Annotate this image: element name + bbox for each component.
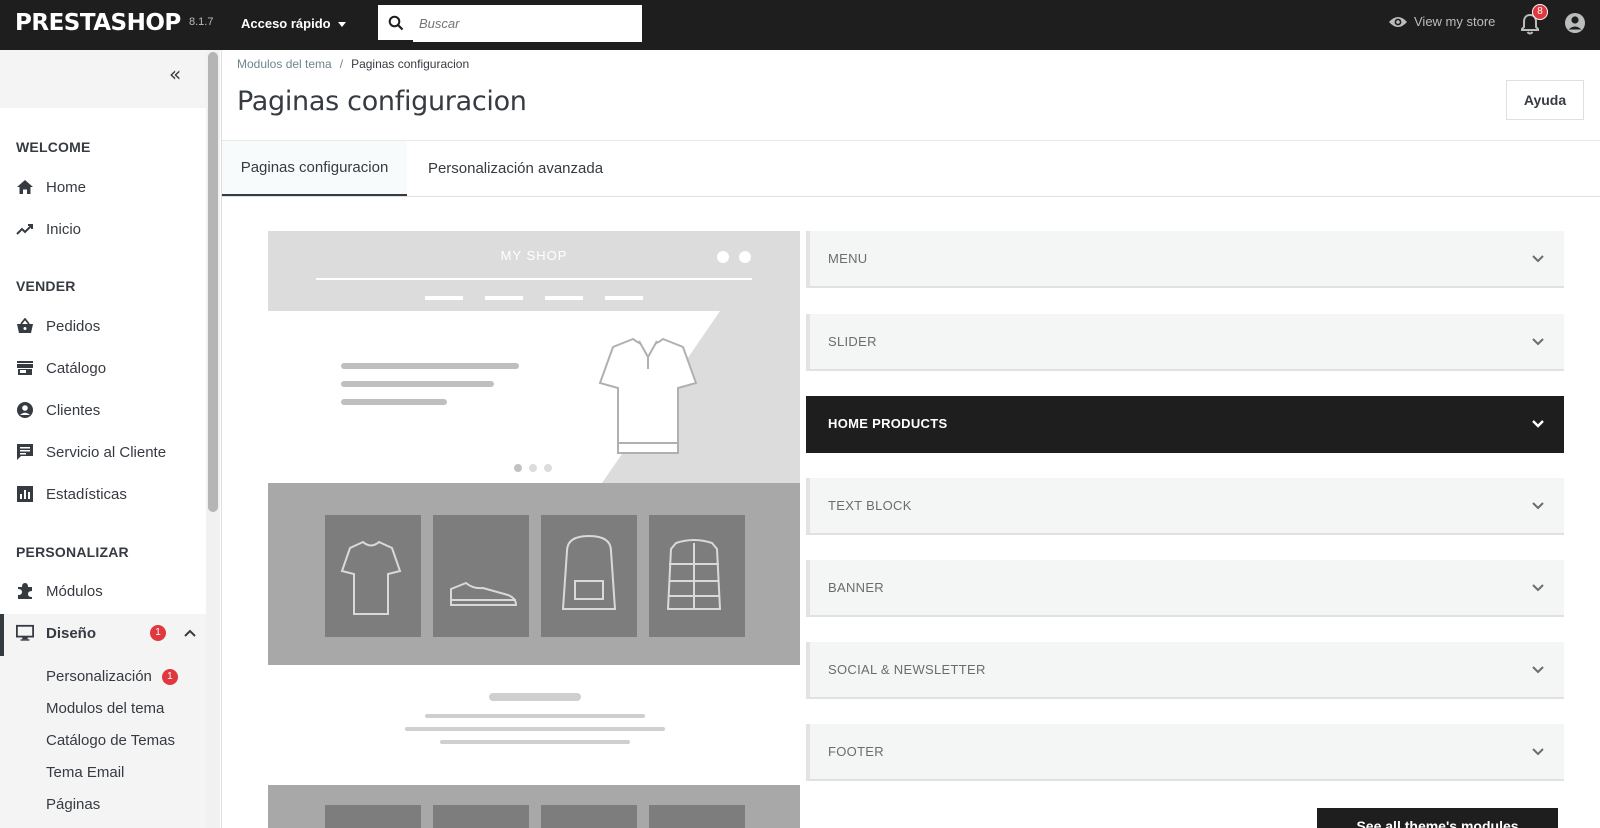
monitor-icon [16,624,34,642]
sidebar-item-pedidos[interactable]: Pedidos [16,317,202,335]
chevron-down-icon [1532,665,1544,673]
submenu-item-tema-email[interactable]: Tema Email [46,764,124,781]
submenu-item-paginas[interactable]: Páginas [46,796,100,813]
submenu-item-modulos-del-tema[interactable]: Modulos del tema [46,700,164,717]
trending-up-icon [16,220,34,238]
sidebar-item-estadisticas[interactable]: Estadísticas [16,485,202,503]
search-box [378,5,642,42]
personalizacion-notification-badge: 1 [161,668,178,685]
diseno-notification-badge: 1 [150,625,166,641]
accordion-menu[interactable]: MENU [806,231,1564,288]
view-store-link[interactable]: View my store [1388,14,1495,29]
section-title-welcome: WELCOME [16,139,91,155]
sidebar-item-modulos[interactable]: Módulos [16,582,202,600]
chat-icon [16,443,34,461]
accordion-banner[interactable]: BANNER [806,560,1564,617]
accordion-text-block[interactable]: TEXT BLOCK [806,478,1564,535]
chevron-down-icon [1532,583,1544,591]
tab-paginas-configuracion[interactable]: Paginas configuracion [222,141,407,196]
chevron-down-icon [1532,254,1544,262]
prestashop-logo[interactable]: PRESTASHOP [15,10,181,36]
preview-shop-name: MY SHOP [501,248,568,263]
help-button[interactable]: Ayuda [1506,80,1584,120]
accordion-social-newsletter[interactable]: SOCIAL & NEWSLETTER [806,642,1564,699]
search-icon[interactable] [378,5,413,42]
search-input[interactable] [413,6,642,41]
chevron-up-icon[interactable] [184,629,196,637]
bar-chart-icon [16,485,34,503]
quick-access-label: Acceso rápido [241,16,331,31]
breadcrumb-parent-link[interactable]: Modulos del tema [237,57,332,71]
sidebar-item-clientes[interactable]: Clientes [16,401,202,419]
theme-layout-preview: MY SHOP [268,231,800,828]
breadcrumb: Modulos del tema / Paginas configuracion [237,57,470,71]
see-all-theme-modules-button[interactable]: See all theme's modules [1317,808,1558,828]
puzzle-icon [16,582,34,600]
tab-personalizacion-avanzada[interactable]: Personalización avanzada [413,141,618,196]
section-title-vender: VENDER [16,278,76,294]
accordion-footer[interactable]: FOOTER [806,724,1564,781]
account-circle-icon [16,401,34,419]
notification-count-badge: 8 [1532,4,1548,20]
sidebar-item-home[interactable]: Home [16,178,202,196]
version-label: 8.1.7 [189,16,214,28]
user-circle-icon [1565,13,1585,33]
collapse-sidebar-icon[interactable]: « [169,62,181,86]
tabs-bottom-divider [222,196,1600,197]
accordion-slider[interactable]: SLIDER [806,314,1564,371]
submenu-item-catalogo-de-temas[interactable]: Catálogo de Temas [46,732,175,749]
top-header: PRESTASHOP 8.1.7 Acceso rápido View my s… [0,0,1600,50]
sidebar-item-diseno[interactable]: Diseño 1 [16,624,196,642]
quick-access-dropdown[interactable]: Acceso rápido [241,16,346,31]
sidebar-collapse-row: « [0,50,206,108]
sidebar-item-catalogo[interactable]: Catálogo [16,359,202,377]
basket-icon [16,317,34,335]
chevron-down-icon [1532,501,1544,509]
section-title-personalizar: PERSONALIZAR [16,544,129,560]
account-button[interactable] [1563,11,1587,35]
chevron-down-icon [1532,747,1544,755]
store-icon [16,359,34,377]
sidebar-item-inicio[interactable]: Inicio [16,220,202,238]
eye-icon [1389,16,1407,27]
layout-preview-illustration: MY SHOP [268,231,800,828]
caret-down-icon [337,22,346,27]
chevron-down-icon [1532,337,1544,345]
breadcrumb-current: Paginas configuracion [351,57,470,71]
sidebar-item-servicio-cliente[interactable]: Servicio al Cliente [16,443,202,461]
accordion-home-products[interactable]: HOME PRODUCTS [806,396,1564,453]
submenu-item-personalizacion[interactable]: Personalización 1 [46,668,178,685]
chevron-down-icon [1532,419,1544,428]
page-title: Paginas configuracion [237,86,527,117]
sidebar-scrollbar[interactable] [208,52,218,512]
home-icon [16,178,34,196]
view-store-label: View my store [1414,14,1496,29]
notifications-button[interactable]: 8 [1520,4,1548,35]
